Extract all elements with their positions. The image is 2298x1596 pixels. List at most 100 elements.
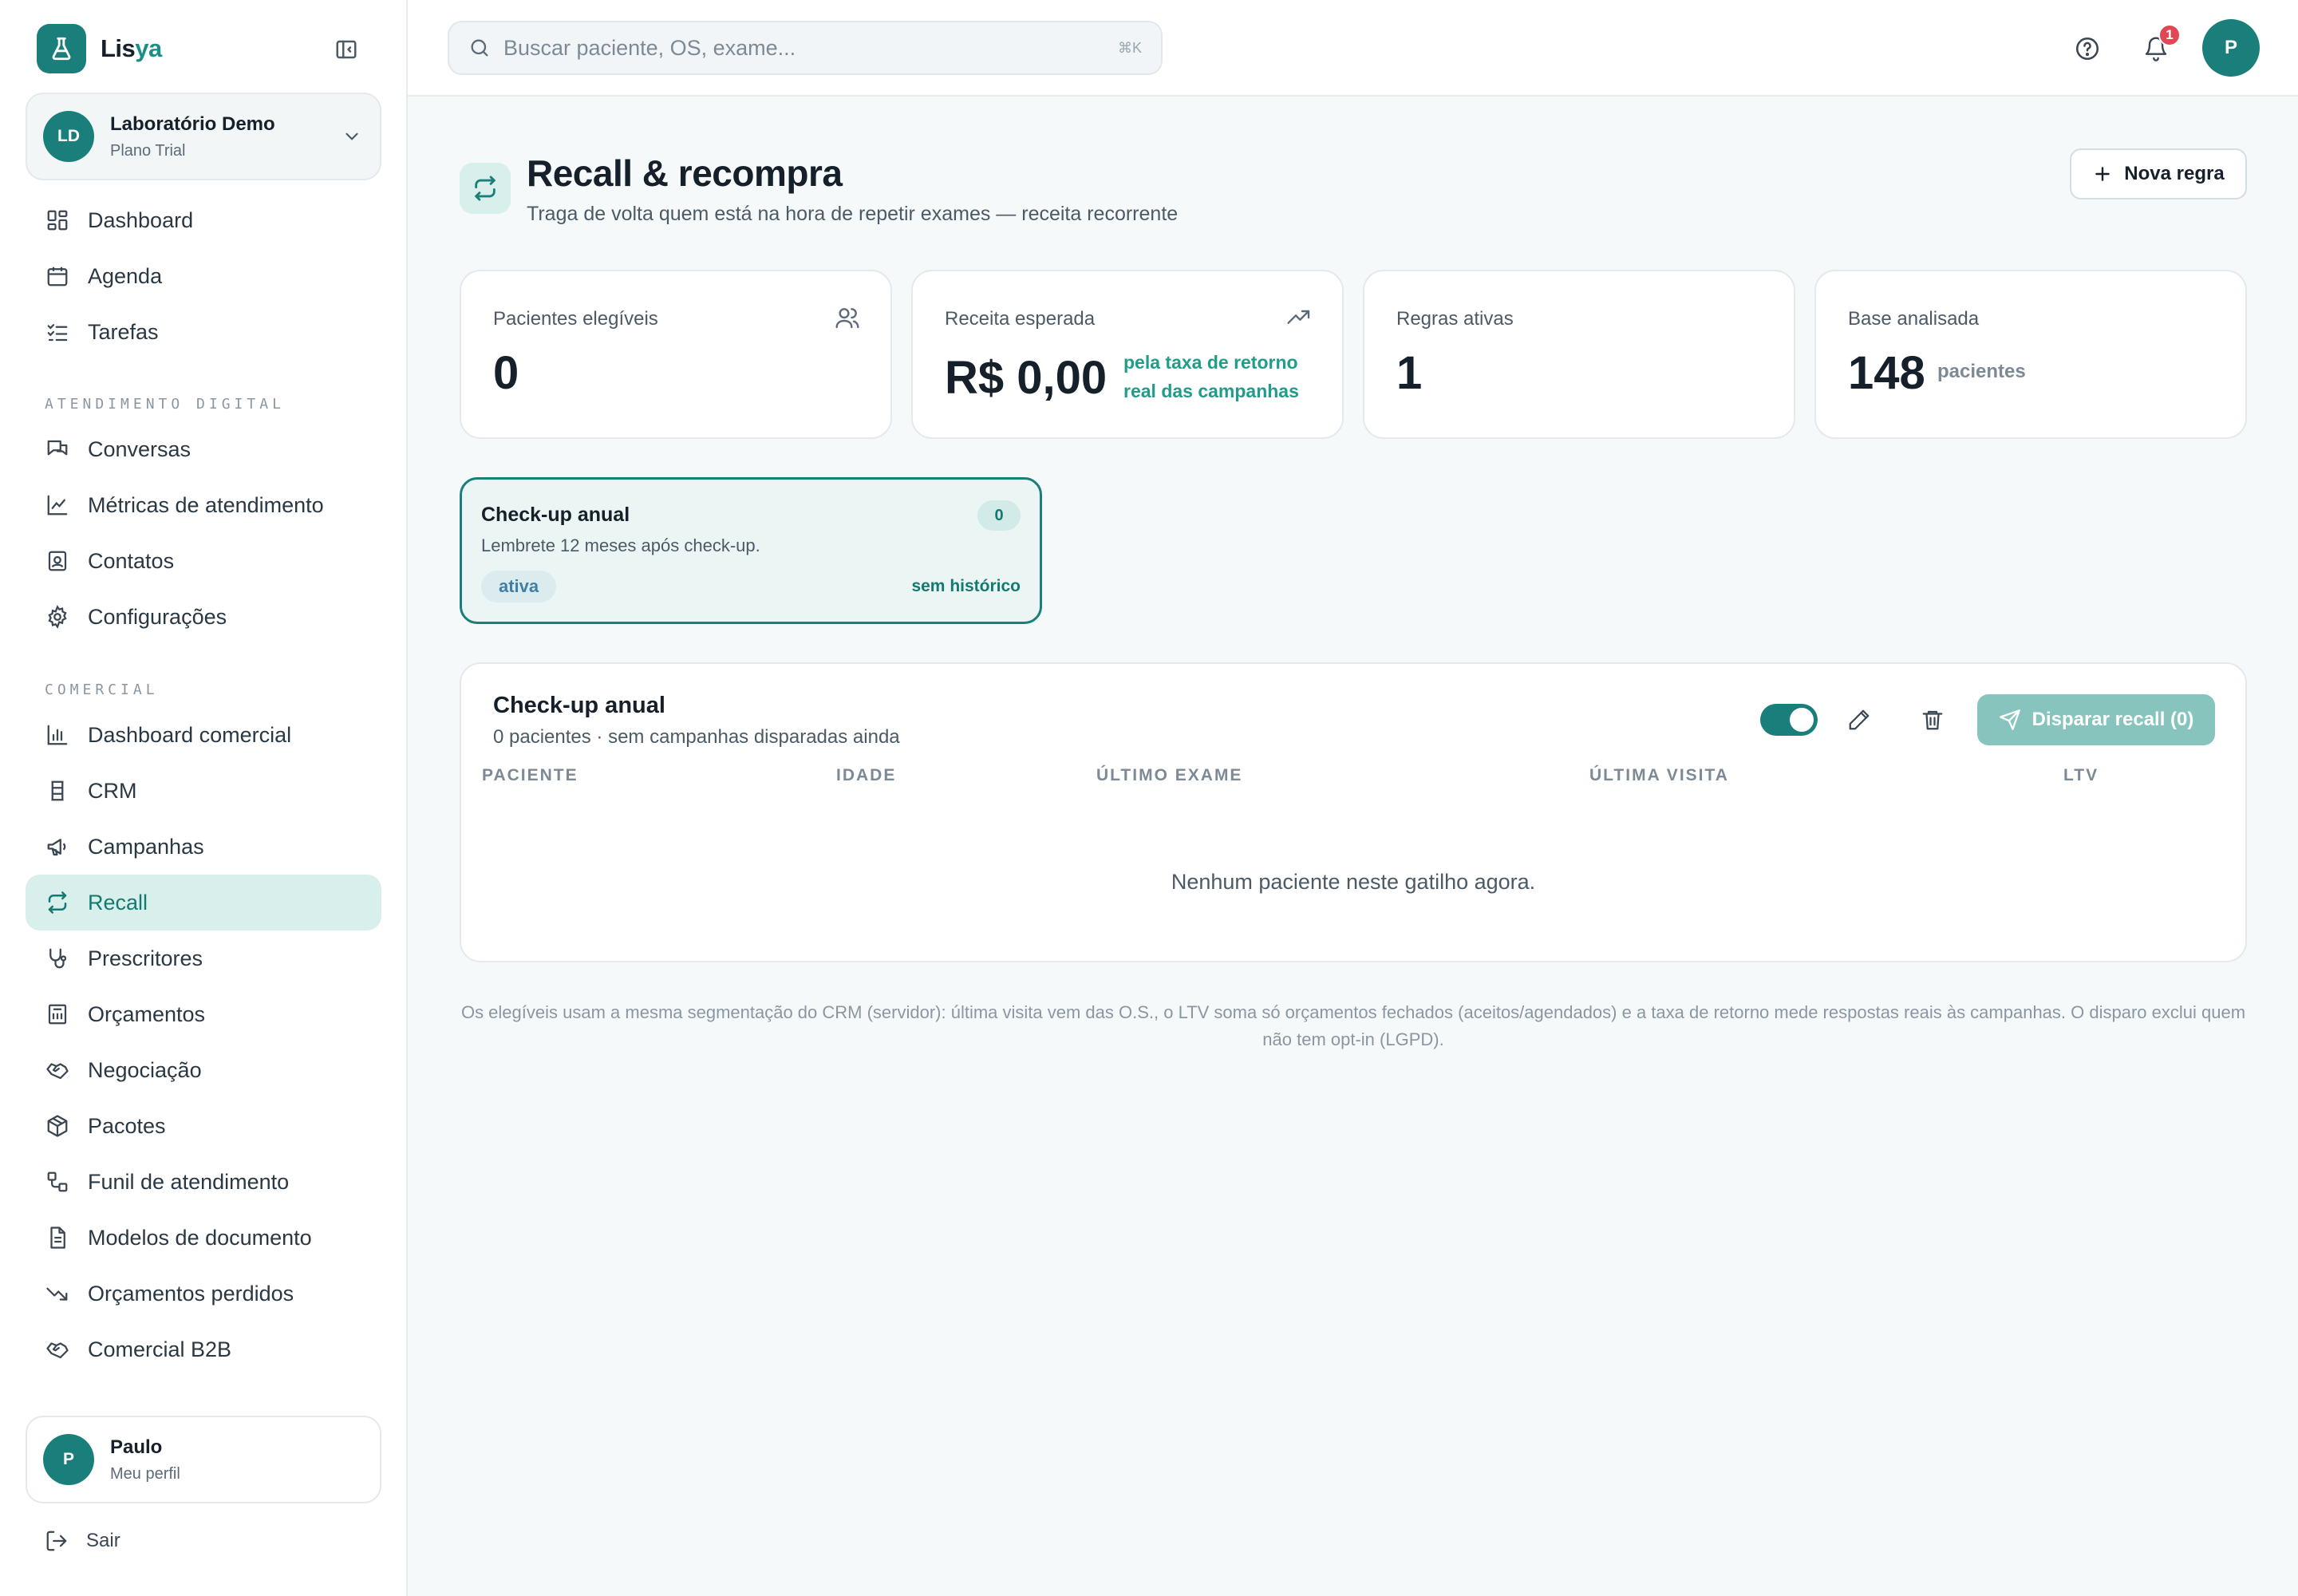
- document-icon: [45, 1225, 70, 1250]
- line-chart-icon: [45, 492, 70, 518]
- fire-recall-label: Disparar recall (0): [2031, 709, 2194, 730]
- stat-label: Regras ativas: [1396, 308, 1514, 330]
- stat-unit: pacientes: [1937, 361, 2026, 382]
- detail-title: Check-up anual: [493, 693, 665, 718]
- repeat-icon: [45, 890, 70, 915]
- search-input[interactable]: [503, 35, 1110, 61]
- sidebar-item-funil[interactable]: Funil de atendimento: [26, 1154, 381, 1210]
- column-header-ultimo-exame[interactable]: ÚLTIMO EXAME: [1096, 766, 1242, 785]
- flask-icon: [37, 24, 86, 73]
- sidebar-item-label: Pacotes: [88, 1113, 166, 1138]
- stat-label: Pacientes elegíveis: [493, 308, 658, 330]
- handshake-icon: [45, 1057, 70, 1083]
- brand[interactable]: Lisya: [37, 24, 162, 73]
- calendar-icon: [45, 263, 70, 289]
- stat-card-rules: Regras ativas 1: [1363, 270, 1795, 439]
- search-bar[interactable]: ⌘K: [448, 21, 1163, 75]
- bar-chart-icon: [45, 722, 70, 748]
- rule-card[interactable]: Check-up anual 0 Lembrete 12 meses após …: [460, 477, 1042, 624]
- sidebar-item-label: Dashboard: [88, 207, 194, 232]
- sidebar-item-contatos[interactable]: Contatos: [26, 533, 381, 589]
- sidebar-collapse-icon[interactable]: [330, 35, 362, 64]
- package-icon: [45, 1113, 70, 1139]
- sidebar-item-label: Negociação: [88, 1057, 202, 1082]
- search-shortcut: ⌘K: [1117, 39, 1142, 56]
- sidebar-item-prescritores[interactable]: Prescritores: [26, 930, 381, 986]
- sidebar-item-label: Orçamentos: [88, 1001, 206, 1026]
- budget-icon: [45, 1001, 70, 1027]
- sidebar-item-label: Conversas: [88, 437, 192, 461]
- sidebar-item-agenda[interactable]: Agenda: [26, 248, 381, 304]
- avatar: P: [43, 1434, 94, 1485]
- sidebar-item-crm[interactable]: CRM: [26, 763, 381, 819]
- megaphone-icon: [45, 834, 70, 859]
- sidebar-item-pacotes[interactable]: Pacotes: [26, 1098, 381, 1154]
- new-rule-button[interactable]: Nova regra: [2070, 148, 2247, 200]
- stat-label: Base analisada: [1848, 308, 1980, 330]
- sidebar-item-conversas[interactable]: Conversas: [26, 421, 381, 477]
- stethoscope-icon: [45, 946, 70, 971]
- users-icon: [835, 305, 860, 330]
- sidebar-item-label: Dashboard comercial: [88, 722, 292, 747]
- sidebar-item-modelos[interactable]: Modelos de documento: [26, 1210, 381, 1266]
- stat-value: R$ 0,00: [945, 352, 1108, 404]
- user-profile-card[interactable]: P Paulo Meu perfil: [26, 1416, 381, 1503]
- avatar[interactable]: P: [2202, 19, 2260, 77]
- trending-up-icon: [1286, 305, 1312, 330]
- stat-value: 148: [1848, 347, 1925, 399]
- trending-down-icon: [45, 1281, 70, 1306]
- pencil-icon[interactable]: [1843, 704, 1875, 736]
- trash-icon[interactable]: [1917, 704, 1949, 736]
- logout-button[interactable]: Sair: [45, 1529, 120, 1553]
- chevron-down-icon: [342, 126, 362, 147]
- detail-subtitle: 0 pacientes · sem campanhas disparadas a…: [493, 726, 900, 748]
- sidebar-item-configuracoes[interactable]: Configurações: [26, 589, 381, 645]
- sidebar-item-label: Comercial B2B: [88, 1337, 232, 1361]
- search-icon: [468, 37, 491, 59]
- org-switcher[interactable]: LD Laboratório Demo Plano Trial: [26, 93, 381, 180]
- help-icon[interactable]: [2071, 32, 2104, 65]
- sidebar-item-orcamentos-perdidos[interactable]: Orçamentos perdidos: [26, 1266, 381, 1321]
- sidebar-item-label: Orçamentos perdidos: [88, 1281, 294, 1306]
- column-header-paciente[interactable]: PACIENTE: [482, 766, 578, 785]
- sidebar-item-label: Contatos: [88, 548, 175, 573]
- sidebar-item-metricas[interactable]: Métricas de atendimento: [26, 477, 381, 533]
- sidebar-item-label: Funil de atendimento: [88, 1169, 290, 1194]
- logout-icon: [45, 1529, 69, 1553]
- sidebar-item-negociacao[interactable]: Negociação: [26, 1042, 381, 1098]
- dashboard-icon: [45, 207, 70, 233]
- stat-card-eligible: Pacientes elegíveis 0: [460, 270, 892, 439]
- sidebar-item-recall[interactable]: Recall: [26, 875, 381, 930]
- fire-recall-button[interactable]: Disparar recall (0): [1977, 694, 2215, 745]
- sidebar-item-dashboard-comercial[interactable]: Dashboard comercial: [26, 707, 381, 763]
- new-rule-label: Nova regra: [2124, 163, 2225, 184]
- repeat-icon: [460, 163, 511, 214]
- column-header-ltv[interactable]: LTV: [2063, 766, 2099, 785]
- topbar: ⌘K 1 P: [408, 0, 2298, 97]
- notification-badge: 1: [2158, 24, 2181, 46]
- workflow-icon: [45, 1169, 70, 1195]
- section-label-comercial: COMERCIAL: [45, 681, 159, 698]
- column-header-idade[interactable]: IDADE: [836, 766, 896, 785]
- sidebar-item-label: Agenda: [88, 263, 163, 288]
- org-plan: Plano Trial: [110, 141, 186, 160]
- sidebar-item-tarefas[interactable]: Tarefas: [26, 304, 381, 360]
- gear-icon: [45, 604, 70, 630]
- nav-digital: Conversas Métricas de atendimento Contat…: [26, 421, 381, 645]
- chat-icon: [45, 437, 70, 462]
- column-header-ultima-visita[interactable]: ÚLTIMA VISITA: [1589, 766, 1729, 785]
- stat-card-revenue: Receita esperada R$ 0,00 pela taxa de re…: [911, 270, 1344, 439]
- sidebar-item-comercial-b2b[interactable]: Comercial B2B: [26, 1321, 381, 1377]
- sidebar-item-campanhas[interactable]: Campanhas: [26, 819, 381, 875]
- sidebar-item-orcamentos[interactable]: Orçamentos: [26, 986, 381, 1042]
- sidebar-item-dashboard[interactable]: Dashboard: [26, 192, 381, 248]
- sidebar-item-label: Configurações: [88, 604, 227, 629]
- send-icon: [1999, 709, 2021, 731]
- sidebar: Lisya LD Laboratório Demo Plano Trial Da…: [0, 0, 408, 1596]
- notifications-button[interactable]: 1: [2139, 24, 2181, 65]
- org-avatar: LD: [43, 111, 94, 162]
- rule-history: sem histórico: [911, 577, 1021, 595]
- rule-detail-panel: Check-up anual 0 pacientes · sem campanh…: [460, 662, 2247, 962]
- rule-active-toggle[interactable]: [1760, 704, 1818, 736]
- empty-state: Nenhum paciente neste gatilho agora.: [1171, 870, 1536, 894]
